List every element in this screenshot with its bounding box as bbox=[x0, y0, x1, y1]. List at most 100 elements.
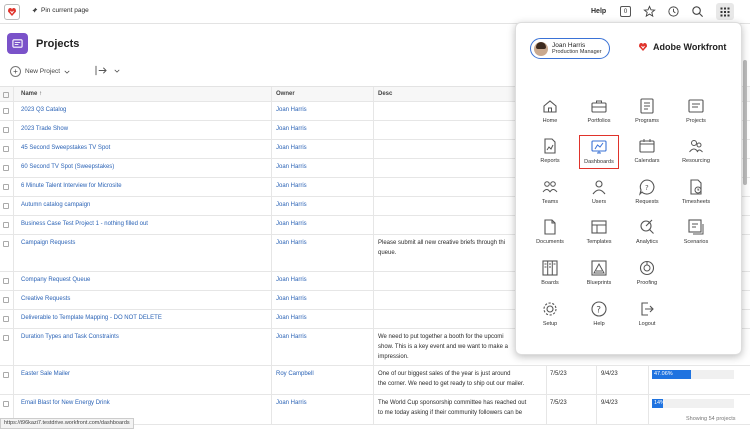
owner-link[interactable]: Joan Harris bbox=[276, 125, 307, 134]
owner-link[interactable]: Joan Harris bbox=[276, 201, 307, 210]
app-home[interactable]: Home bbox=[530, 95, 570, 129]
project-name-link[interactable]: Creative Requests bbox=[21, 295, 70, 304]
logout-icon bbox=[641, 302, 654, 316]
app-documents[interactable]: Documents bbox=[530, 216, 570, 250]
app-proofing[interactable]: Proofing bbox=[627, 257, 667, 291]
row-checkbox[interactable] bbox=[3, 241, 9, 247]
project-name-link[interactable]: 45 Second Sweepstakes TV Spot bbox=[21, 144, 110, 153]
app-programs[interactable]: Programs bbox=[627, 95, 667, 129]
vertical-scrollbar[interactable] bbox=[743, 60, 747, 185]
requests-icon: ? bbox=[638, 179, 655, 196]
row-checkbox[interactable] bbox=[3, 203, 9, 209]
app-portfolios[interactable]: Portfolios bbox=[579, 95, 619, 129]
owner-link[interactable]: Joan Harris bbox=[276, 144, 307, 153]
pin-current-page[interactable]: Pin current page bbox=[31, 7, 89, 14]
owner-link[interactable]: Joan Harris bbox=[276, 333, 307, 342]
owner-link[interactable]: Joan Harris bbox=[276, 399, 307, 408]
gear-icon bbox=[543, 302, 557, 316]
owner-link[interactable]: Joan Harris bbox=[276, 106, 307, 115]
svg-text:?: ? bbox=[645, 184, 649, 192]
help-link[interactable]: Help bbox=[591, 8, 606, 15]
star-icon[interactable] bbox=[643, 5, 656, 18]
app-boards[interactable]: Boards bbox=[530, 257, 570, 291]
row-checkbox[interactable] bbox=[3, 108, 9, 114]
project-name-link[interactable]: Duration Types and Task Constraints bbox=[21, 333, 119, 342]
app-reports[interactable]: Reports bbox=[530, 135, 570, 169]
project-name-link[interactable]: Autumn catalog campaign bbox=[21, 201, 90, 210]
app-analytics[interactable]: Analytics bbox=[627, 216, 667, 250]
app-label: Resourcing bbox=[682, 158, 710, 164]
row-checkbox[interactable] bbox=[3, 146, 9, 152]
row-checkbox[interactable] bbox=[3, 335, 9, 341]
project-name-link[interactable]: 2023 Trade Show bbox=[21, 125, 68, 134]
row-checkbox[interactable] bbox=[3, 297, 9, 303]
row-checkbox[interactable] bbox=[3, 401, 9, 407]
column-header-desc[interactable]: Desc bbox=[378, 90, 392, 99]
planned-end-date: 9/4/23 bbox=[601, 371, 618, 377]
row-checkbox[interactable] bbox=[3, 184, 9, 190]
row-checkbox[interactable] bbox=[3, 316, 9, 322]
app-calendars[interactable]: Calendars bbox=[627, 135, 667, 169]
export-button[interactable] bbox=[95, 65, 120, 76]
row-checkbox[interactable] bbox=[3, 222, 9, 228]
owner-link[interactable]: Joan Harris bbox=[276, 276, 307, 285]
app-templates[interactable]: Templates bbox=[579, 216, 619, 250]
brand-name: Adobe Workfront bbox=[653, 42, 727, 52]
document-icon bbox=[544, 219, 556, 235]
project-name-link[interactable]: Easter Sale Mailer bbox=[21, 370, 70, 379]
history-icon[interactable] bbox=[667, 5, 680, 18]
project-name-link[interactable]: Campaign Requests bbox=[21, 239, 75, 248]
project-name-link[interactable]: 6 Minute Talent Interview for Microsite bbox=[21, 182, 122, 191]
app-users[interactable]: Users bbox=[579, 176, 619, 210]
table-row[interactable]: Easter Sale Mailer Roy Campbell One of our… bbox=[0, 366, 750, 395]
owner-link[interactable]: Joan Harris bbox=[276, 163, 307, 172]
app-requests[interactable]: ? Requests bbox=[627, 176, 667, 210]
search-icon[interactable] bbox=[691, 5, 704, 18]
project-name-link[interactable]: 60 Second TV Spot (Sweepstakes) bbox=[21, 163, 114, 172]
row-checkbox[interactable] bbox=[3, 372, 9, 378]
progress-bar: 14% bbox=[652, 399, 734, 408]
projects-page-icon bbox=[7, 33, 28, 54]
main-menu-button[interactable] bbox=[716, 3, 734, 20]
app-timesheets[interactable]: Timesheets bbox=[676, 176, 716, 210]
owner-link[interactable]: Roy Campbell bbox=[276, 370, 314, 379]
app-label: Home bbox=[542, 118, 558, 124]
workfront-logo-button[interactable] bbox=[4, 4, 20, 20]
project-name-link[interactable]: Email Blast for New Energy Drink bbox=[21, 399, 110, 408]
project-name-link[interactable]: Business Case Test Project 1 - nothing f… bbox=[21, 220, 148, 229]
select-all-checkbox[interactable] bbox=[3, 91, 9, 98]
owner-link[interactable]: Joan Harris bbox=[276, 220, 307, 229]
column-header-name[interactable]: Name ↑ bbox=[21, 90, 42, 99]
owner-link[interactable]: Joan Harris bbox=[276, 182, 307, 191]
app-label: Help bbox=[593, 321, 605, 327]
reports-icon bbox=[544, 138, 556, 154]
column-header-owner[interactable]: Owner bbox=[276, 90, 295, 99]
project-name-link[interactable]: Company Request Queue bbox=[21, 276, 90, 285]
app-setup[interactable]: Setup bbox=[530, 298, 570, 332]
app-logout[interactable]: Logout bbox=[627, 298, 667, 332]
row-checkbox[interactable] bbox=[3, 127, 9, 133]
owner-link[interactable]: Joan Harris bbox=[276, 314, 307, 323]
app-label: Boards bbox=[541, 280, 559, 286]
new-project-button[interactable]: + New Project bbox=[10, 66, 70, 77]
workfront-logo-icon bbox=[8, 8, 16, 16]
app-scenarios[interactable]: Scenarios bbox=[676, 216, 716, 250]
user-profile-button[interactable]: Joan Harris Production Manager bbox=[530, 38, 610, 59]
pin-icon bbox=[31, 7, 38, 14]
app-projects[interactable]: Projects bbox=[676, 95, 716, 129]
workfront-logo-icon bbox=[639, 43, 647, 51]
app-teams[interactable]: Teams bbox=[530, 176, 570, 210]
app-blueprints[interactable]: Blueprints bbox=[579, 257, 619, 291]
notification-counter[interactable]: 0 bbox=[620, 6, 631, 17]
project-name-link[interactable]: 2023 Q3 Catalog bbox=[21, 106, 66, 115]
row-checkbox[interactable] bbox=[3, 278, 9, 284]
row-checkbox[interactable] bbox=[3, 165, 9, 171]
resourcing-icon bbox=[689, 140, 703, 153]
app-resourcing[interactable]: Resourcing bbox=[676, 135, 716, 169]
app-help[interactable]: ? Help bbox=[579, 298, 619, 332]
app-label: Scenarios bbox=[683, 239, 709, 245]
owner-link[interactable]: Joan Harris bbox=[276, 295, 307, 304]
app-dashboards[interactable]: Dashboards bbox=[579, 135, 619, 169]
project-name-link[interactable]: Deliverable to Template Mapping - DO NOT… bbox=[21, 314, 162, 323]
owner-link[interactable]: Joan Harris bbox=[276, 239, 307, 248]
